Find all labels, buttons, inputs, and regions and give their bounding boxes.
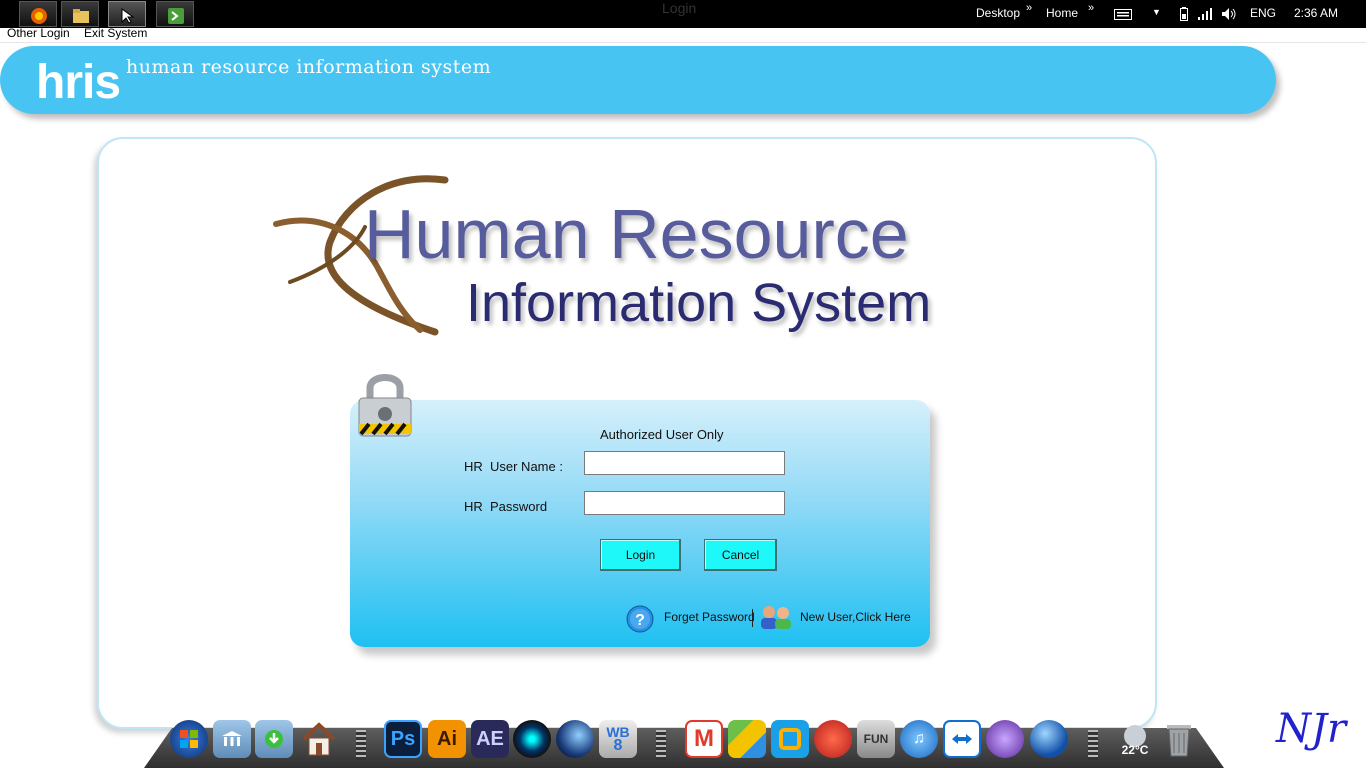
browser-icon[interactable]	[771, 720, 809, 758]
dropdown-arrow-icon[interactable]: ▼	[1152, 7, 1161, 17]
cancel-button[interactable]: Cancel	[704, 539, 777, 571]
header-tagline: human resource information system	[126, 56, 492, 78]
library-icon[interactable]	[213, 720, 251, 758]
bittorrent-icon[interactable]	[986, 720, 1024, 758]
layers-icon[interactable]	[728, 720, 766, 758]
file-explorer-icon	[73, 9, 89, 23]
wb8-icon[interactable]: WB 8	[599, 720, 637, 758]
brand-subtitle: Information System	[466, 273, 932, 333]
after-effects-icon[interactable]: AE	[471, 720, 509, 758]
header-banner: hris human resource information system	[0, 46, 1276, 114]
windows-start-icon[interactable]	[170, 720, 208, 758]
dock-separator	[356, 730, 366, 760]
taskbar-cursor-app-button[interactable]	[108, 1, 146, 27]
language-indicator[interactable]: ENG	[1250, 6, 1276, 20]
firefox-icon	[31, 8, 47, 24]
password-input[interactable]	[584, 491, 785, 515]
dock-separator	[656, 730, 666, 760]
illustrator-icon[interactable]: Ai	[428, 720, 466, 758]
clock[interactable]: 2:36 AM	[1294, 6, 1338, 20]
weather-icon[interactable]: 22°C	[1116, 720, 1154, 758]
ccleaner-icon[interactable]	[814, 720, 852, 758]
volume-icon[interactable]	[1221, 7, 1237, 21]
home-icon[interactable]	[300, 720, 338, 758]
menu-exit-system[interactable]: Exit System	[84, 26, 147, 40]
signature: NJr	[1276, 706, 1347, 752]
menu-other-login[interactable]: Other Login	[7, 26, 70, 40]
help-question-icon[interactable]: ?	[625, 604, 655, 634]
keyboard-icon[interactable]	[1114, 9, 1132, 20]
home-toolbar-label[interactable]: Home	[1046, 6, 1078, 20]
trash-icon[interactable]	[1160, 720, 1198, 758]
camera-lens-icon[interactable]	[513, 720, 551, 758]
weather-temp: 22°C	[1122, 743, 1149, 756]
svg-text:?: ?	[635, 612, 645, 629]
login-heading: Authorized User Only	[600, 427, 724, 442]
taskbar-explorer-button[interactable]	[61, 1, 99, 27]
itunes-icon[interactable]: ♫	[900, 720, 938, 758]
taskbar-firefox-button[interactable]	[19, 1, 57, 27]
app-menu-bar: Other Login Exit System	[0, 26, 1366, 43]
os-taskbar: Login Desktop » Home » ▼ ENG 2:36 AM	[0, 0, 1366, 28]
new-user-icon[interactable]	[759, 604, 793, 630]
cursor-app-icon	[121, 8, 135, 24]
download-folder-icon[interactable]	[255, 720, 293, 758]
password-label: HR Password	[464, 499, 548, 514]
fun-drive-icon[interactable]: FUN	[857, 720, 895, 758]
dock-separator	[1088, 730, 1098, 760]
desktop-toolbar-label[interactable]: Desktop	[976, 6, 1020, 20]
terminal-icon	[168, 8, 184, 24]
username-input[interactable]	[584, 451, 785, 475]
cinema4d-icon[interactable]	[556, 720, 594, 758]
forget-password-link[interactable]: Forget Password	[664, 610, 755, 624]
new-user-link[interactable]: New User,Click Here	[800, 610, 911, 624]
brand-title: Human Resource	[364, 195, 909, 273]
username-label: HR User Name :	[464, 459, 563, 474]
mail-icon[interactable]: M	[685, 720, 723, 758]
taskbar-terminal-button[interactable]	[156, 1, 194, 27]
link-separator	[752, 609, 753, 627]
battery-icon[interactable]	[1180, 7, 1188, 21]
teamviewer-icon[interactable]	[943, 720, 981, 758]
globe-icon[interactable]	[1030, 720, 1068, 758]
photoshop-icon[interactable]: Ps	[384, 720, 422, 758]
login-button[interactable]: Login	[600, 539, 681, 571]
window-title: Login	[662, 0, 697, 16]
chevron-right-icon[interactable]: »	[1088, 2, 1094, 14]
signal-icon[interactable]	[1198, 8, 1214, 20]
padlock-icon	[358, 374, 412, 437]
chevron-right-icon[interactable]: »	[1026, 2, 1032, 14]
hris-logo: hris	[36, 56, 121, 109]
